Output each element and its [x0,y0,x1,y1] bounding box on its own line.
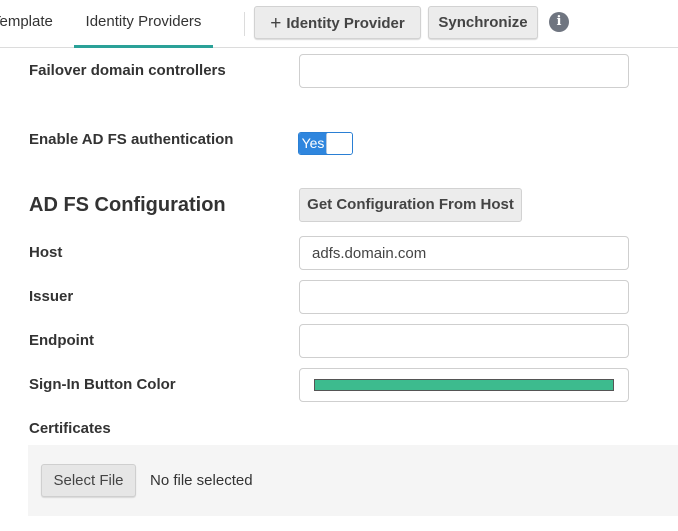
file-status-text: No file selected [150,472,253,489]
adfs-configuration-title: AD FS Configuration [29,194,226,216]
enable-adfs-toggle[interactable]: Yes [298,132,353,155]
tab-template[interactable]: Template [0,0,74,48]
toggle-knob [326,133,352,154]
certificates-upload-panel: Select File No file selected [28,445,678,516]
sign-in-button-color-label: Sign-In Button Color [29,376,176,393]
tab-identity-providers[interactable]: Identity Providers [74,0,213,48]
toggle-yes-text: Yes [299,133,327,154]
endpoint-label: Endpoint [29,332,94,349]
plus-icon: + [270,13,282,34]
info-icon[interactable]: i [549,12,569,32]
synchronize-button[interactable]: Synchronize [428,6,538,39]
host-label: Host [29,244,63,261]
toolbar-divider [244,12,245,36]
get-configuration-from-host-button[interactable]: Get Configuration From Host [299,188,522,222]
add-identity-provider-label: Identity Provider [286,15,405,32]
top-toolbar: Template Identity Providers +Identity Pr… [0,0,678,48]
color-swatch [314,379,614,391]
failover-domain-controllers-input[interactable] [299,54,629,88]
failover-domain-controllers-label: Failover domain controllers [29,62,226,79]
host-input[interactable] [299,236,629,270]
select-file-button[interactable]: Select File [41,464,136,497]
issuer-input[interactable] [299,280,629,314]
add-identity-provider-button[interactable]: + Identity Provider [254,6,421,39]
endpoint-input[interactable] [299,324,629,358]
enable-adfs-label: Enable AD FS authentication [29,131,234,148]
issuer-label: Issuer [29,288,74,305]
sign-in-button-color-picker[interactable] [299,368,629,402]
certificates-label: Certificates [29,420,111,437]
